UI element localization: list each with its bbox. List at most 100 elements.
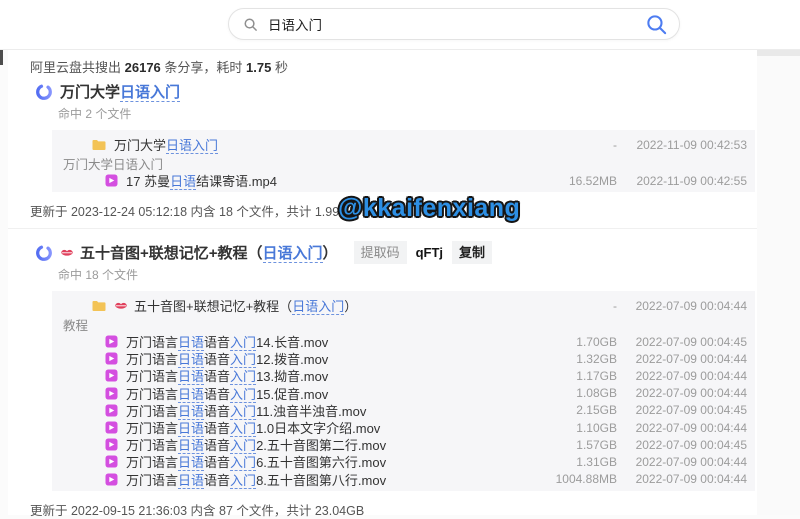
name-text: 万门语言 xyxy=(126,473,178,488)
video-file-icon xyxy=(105,404,118,417)
file-date: 2022-07-09 00:04:44 xyxy=(617,369,755,383)
file-name-link[interactable]: 万门语言日语语音入门6.五十音图第六行.mov xyxy=(126,452,537,471)
video-file-icon xyxy=(105,421,118,434)
name-text: 教程 xyxy=(63,319,88,333)
video-file-icon xyxy=(105,387,118,400)
video-file-icon xyxy=(105,438,118,451)
search-stats-line: 阿里云盘共搜出 26176 条分享，耗时 1.75 秒 xyxy=(30,57,288,76)
name-text: 11.浊音半浊音.mov xyxy=(256,404,366,419)
name-text: 语音 xyxy=(204,335,230,350)
file-size: 1.31GB xyxy=(537,455,617,469)
file-name-link[interactable]: 万门语言日语语音入门11.浊音半浊音.mov xyxy=(126,401,537,420)
extract-code-group: 提取码qFTj复制 xyxy=(352,241,492,264)
file-row: 万门语言日语语音入门15.促音.mov1.08GB2022-07-09 00:0… xyxy=(52,385,755,402)
search-submit-button[interactable] xyxy=(644,12,669,37)
extract-code-value: qFTj xyxy=(409,241,450,264)
name-text: 万门语言 xyxy=(126,455,178,470)
result-header: 万门大学日语入门 xyxy=(8,81,757,102)
result-header: 五十音图+联想记忆+教程（日语入门） 提取码qFTj复制 xyxy=(8,242,757,263)
file-name-link[interactable]: 17 苏曼日语结课寄语.mp4 xyxy=(126,171,537,190)
folder-row: 五十音图+联想记忆+教程（日语入门）-2022-07-09 00:04:44 xyxy=(52,295,755,316)
name-text: 语音 xyxy=(204,421,230,436)
file-date: 2022-07-09 00:04:44 xyxy=(617,421,755,435)
lips-icon xyxy=(114,301,128,311)
file-size: 1.17GB xyxy=(537,369,617,383)
search-results-panel: 阿里云盘共搜出 26176 条分享，耗时 1.75 秒 万门大学日语入门命中 2… xyxy=(8,50,757,515)
name-text: 13.拗音.mov xyxy=(256,369,328,384)
name-text: 万门语言 xyxy=(126,387,178,402)
keyword-highlight: 日语入门 xyxy=(166,138,218,154)
name-text: 17 苏曼 xyxy=(126,174,170,189)
file-size: 2.15GB xyxy=(537,403,617,417)
top-header xyxy=(0,0,800,50)
file-name-link[interactable]: 万门语言日语语音入门12.拨音.mov xyxy=(126,349,537,368)
file-date: 2022-07-09 00:04:44 xyxy=(617,455,755,469)
file-name-link[interactable]: 万门语言日语语音入门1.0日本文字介绍.mov xyxy=(126,418,537,437)
keyword-highlight: 入门 xyxy=(230,473,256,489)
file-name-link[interactable]: 万门语言日语语音入门15.促音.mov xyxy=(126,384,537,403)
name-text: 语音 xyxy=(204,438,230,453)
name-text: 15.促音.mov xyxy=(256,387,328,402)
name-text: ） xyxy=(323,245,338,262)
file-name-link[interactable]: 万门语言日语语音入门8.五十音图第八行.mov xyxy=(126,470,537,489)
keyword-highlight: 日语入门 xyxy=(120,84,180,102)
result-title-link[interactable]: 万门大学日语入门 xyxy=(60,81,180,102)
aliyun-drive-logo-icon xyxy=(35,83,53,101)
file-date: 2022-07-09 00:04:45 xyxy=(617,335,755,349)
keyword-highlight: 日语入门 xyxy=(263,245,323,263)
block-update-info: 更新于 2022-09-15 21:36:03 内含 87 个文件，共计 23.… xyxy=(30,500,757,519)
file-row: 万门语言日语语音入门14.长音.mov1.70GB2022-07-09 00:0… xyxy=(52,333,755,350)
name-text: 五十音图+联想记忆+教程（ xyxy=(80,245,263,262)
stats-text: 秒 xyxy=(271,60,288,75)
left-scrollbar-thumb[interactable] xyxy=(0,50,3,65)
page-right-gutter xyxy=(757,0,800,515)
name-text: 万门大学 xyxy=(114,138,166,153)
folder-icon xyxy=(92,300,106,312)
file-row: 万门语言日语语音入门8.五十音图第八行.mov1004.88MB2022-07-… xyxy=(52,471,755,488)
video-file-icon xyxy=(105,335,118,348)
file-size: - xyxy=(537,138,617,152)
search-input[interactable] xyxy=(266,16,644,33)
file-name-link[interactable]: 万门语言日语语音入门14.长音.mov xyxy=(126,332,537,351)
name-text: 语音 xyxy=(204,404,230,419)
file-date: 2022-11-09 00:42:53 xyxy=(617,138,755,152)
file-date: 2022-07-09 00:04:45 xyxy=(617,403,755,417)
name-text: 万门语言 xyxy=(126,438,178,453)
result-title-link[interactable]: 五十音图+联想记忆+教程（日语入门） xyxy=(80,242,338,263)
name-text: 五十音图+联想记忆+教程（ xyxy=(134,299,292,314)
folder-icon xyxy=(92,139,106,151)
file-list: 万门大学日语入门-2022-11-09 00:42:53万门大学日语入门17 苏… xyxy=(52,130,755,192)
stats-text: 阿里云盘共搜出 xyxy=(30,60,125,75)
file-date: 2022-07-09 00:04:44 xyxy=(617,386,755,400)
file-name-link[interactable]: 五十音图+联想记忆+教程（日语入门） xyxy=(134,296,537,315)
path-row: 万门大学日语入门 xyxy=(52,155,755,172)
search-bar[interactable] xyxy=(228,8,680,40)
file-row: 万门语言日语语音入门1.0日本文字介绍.mov1.10GB2022-07-09 … xyxy=(52,419,755,436)
name-text: 2.五十音图第二行.mov xyxy=(256,438,386,453)
file-date: 2022-07-09 00:04:45 xyxy=(617,438,755,452)
watermark: @kkaifenxiang xyxy=(338,194,520,223)
file-size: 16.52MB xyxy=(537,174,617,188)
file-name-link[interactable]: 万门大学日语入门 xyxy=(114,135,537,154)
search-icon xyxy=(243,17,258,32)
file-size: 1.70GB xyxy=(537,335,617,349)
keyword-highlight: 日语 xyxy=(170,174,196,190)
video-file-icon xyxy=(105,473,118,486)
file-size: 1.10GB xyxy=(537,421,617,435)
file-size: 1.57GB xyxy=(537,438,617,452)
file-name-link[interactable]: 万门语言日语语音入门13.拗音.mov xyxy=(126,366,537,385)
file-date: 2022-07-09 00:04:44 xyxy=(617,299,755,313)
name-text: 6.五十音图第六行.mov xyxy=(256,455,386,470)
name-text: 语音 xyxy=(204,369,230,384)
file-row: 万门语言日语语音入门11.浊音半浊音.mov2.15GB2022-07-09 0… xyxy=(52,402,755,419)
search-submit-icon xyxy=(644,12,669,37)
result-block: 五十音图+联想记忆+教程（日语入门）提取码qFTj复制命中 18 个文件五十音图… xyxy=(8,242,757,519)
file-row: 17 苏曼日语结课寄语.mp416.52MB2022-11-09 00:42:5… xyxy=(52,172,755,189)
name-text: 语音 xyxy=(204,455,230,470)
copy-button[interactable]: 复制 xyxy=(452,241,492,264)
video-file-icon xyxy=(105,352,118,365)
file-name-link[interactable]: 万门语言日语语音入门2.五十音图第二行.mov xyxy=(126,435,537,454)
file-size: 1.32GB xyxy=(537,352,617,366)
aliyun-drive-logo-icon xyxy=(35,244,53,262)
file-size: - xyxy=(537,299,617,313)
